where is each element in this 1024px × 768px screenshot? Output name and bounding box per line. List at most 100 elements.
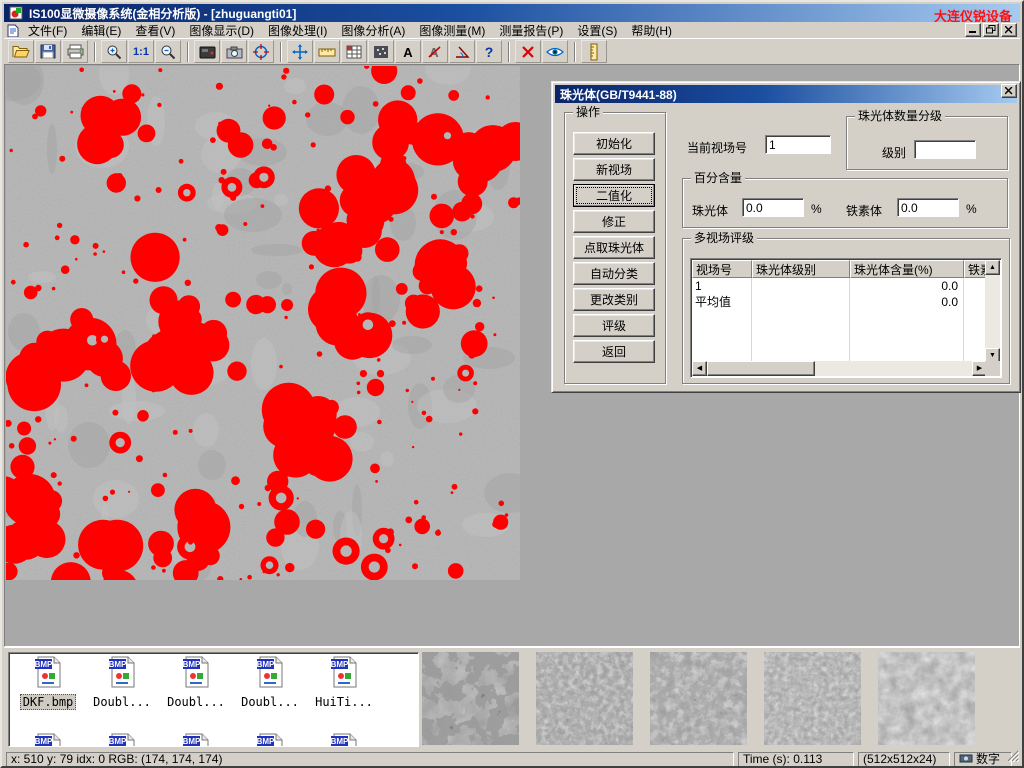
op-button[interactable]: 更改类别 <box>573 288 655 311</box>
op-button[interactable]: 评级 <box>573 314 655 337</box>
table-row[interactable]: 平均值0.0 <box>692 294 987 310</box>
menu-item[interactable]: 设置(S) <box>570 21 624 40</box>
bmp-file-icon[interactable]: BMP <box>330 733 358 747</box>
menu-item[interactable]: 编辑(E) <box>74 21 128 40</box>
table-horizontal-scrollbar[interactable]: ◀ ▶ <box>692 361 987 376</box>
image-thumbnail[interactable] <box>536 652 633 745</box>
image-thumbnail[interactable] <box>878 652 975 745</box>
text-a-button[interactable]: A <box>395 40 421 63</box>
print-button[interactable] <box>62 40 88 63</box>
delete-red-button[interactable] <box>515 40 541 63</box>
op-button[interactable]: 返回 <box>573 340 655 363</box>
column-header[interactable]: 铁素体含量(%) <box>964 260 987 278</box>
zoom-out-button[interactable] <box>155 40 181 63</box>
column-header[interactable]: 珠光体级别 <box>752 260 850 278</box>
capture-button[interactable] <box>194 40 220 63</box>
svg-text:BMP: BMP <box>183 660 201 669</box>
op-button[interactable]: 新视场 <box>573 158 655 181</box>
text-a-off-button[interactable]: A <box>422 40 448 63</box>
file-item[interactable]: BMPDKF.bmp <box>11 656 85 711</box>
dialog-close-button[interactable] <box>1001 84 1017 98</box>
measure-cross-icon <box>292 44 308 60</box>
column-header[interactable]: 视场号 <box>692 260 752 278</box>
file-list[interactable]: BMPDKF.bmpBMPDoubl...BMPDoubl...BMPDoubl… <box>8 652 419 747</box>
menu-item[interactable]: 测量报告(P) <box>492 21 570 40</box>
menu-item[interactable]: 文件(F) <box>21 21 74 40</box>
menu-item[interactable]: 图像测量(M) <box>412 21 492 40</box>
menu-item[interactable]: 图像分析(A) <box>334 21 412 40</box>
mdi-restore-button[interactable] <box>983 23 999 37</box>
menu-item[interactable]: 图像处理(I) <box>261 21 334 40</box>
bmp-file-icon: BMP <box>256 675 284 692</box>
menu-item[interactable]: 图像显示(D) <box>182 21 261 40</box>
zoom-in-button[interactable] <box>101 40 127 63</box>
level-input[interactable] <box>914 140 976 159</box>
grading-table-body: 10.0平均值0.0 <box>692 278 987 363</box>
status-mode-text: 数字 <box>976 753 1000 766</box>
bmp-file-icon[interactable]: BMP <box>34 733 62 747</box>
document-icon <box>6 24 19 37</box>
column-divider <box>849 278 850 363</box>
column-divider <box>751 278 752 363</box>
image-thumbnail[interactable] <box>764 652 861 745</box>
pearlite-percent-input[interactable] <box>742 198 804 217</box>
measure-angle-button[interactable] <box>449 40 475 63</box>
target-button[interactable] <box>248 40 274 63</box>
title-bar[interactable]: IS100显微摄像系统(金相分析版) - [zhuguangti01] 大连仪锐… <box>4 4 1020 22</box>
bmp-file-icon[interactable]: BMP <box>256 733 284 747</box>
table-cell: 平均值 <box>692 294 752 310</box>
op-button[interactable]: 初始化 <box>573 132 655 155</box>
bmp-file-icon: BMP <box>182 675 210 692</box>
bmp-file-icon[interactable]: BMP <box>182 733 210 747</box>
file-item[interactable]: BMPDoubl... <box>85 656 159 711</box>
file-item[interactable]: BMPDoubl... <box>233 656 307 711</box>
save-button[interactable] <box>35 40 61 63</box>
menu-item[interactable]: 查看(V) <box>128 21 182 40</box>
table-cell: 1 <box>692 278 752 294</box>
measure-cross-button[interactable] <box>287 40 313 63</box>
window-title: IS100显微摄像系统(金相分析版) - [zhuguangti01] <box>29 5 296 22</box>
file-item[interactable]: BMPHuiTi... <box>307 656 381 711</box>
micrograph-image[interactable] <box>6 66 520 580</box>
op-button[interactable]: 自动分类 <box>573 262 655 285</box>
bmp-file-icon[interactable]: BMP <box>108 733 136 747</box>
current-field-input[interactable] <box>765 135 831 154</box>
dialog-title-bar[interactable]: 珠光体(GB/T9441-88) <box>555 85 1017 103</box>
text-a-icon: A <box>401 45 415 59</box>
ferrite-label: 铁素体 <box>846 202 882 219</box>
scroll-left-button[interactable]: ◀ <box>692 361 707 376</box>
image-thumbnail[interactable] <box>422 652 519 745</box>
menu-item[interactable]: 帮助(H) <box>624 21 679 40</box>
measure-grid-button[interactable] <box>341 40 367 63</box>
close-icon <box>1005 82 1013 100</box>
camera-button[interactable] <box>221 40 247 63</box>
open-button[interactable] <box>8 40 34 63</box>
bmp-file-icon: BMP <box>330 675 358 692</box>
file-item[interactable]: BMPDoubl... <box>159 656 233 711</box>
status-time-panel: Time (s): 0.113 <box>738 752 854 767</box>
measure-ruler-button[interactable] <box>314 40 340 63</box>
help-button[interactable]: ? <box>476 40 502 63</box>
svg-text:A: A <box>403 45 413 59</box>
actual-size-button[interactable]: 1:1 <box>128 40 154 63</box>
op-button[interactable]: 修正 <box>573 210 655 233</box>
grading-table: 视场号珠光体级别珠光体含量(%)铁素体含量(%) 10.0平均值0.0 ▲ ▼ … <box>690 258 1002 378</box>
op-button[interactable]: 点取珠光体 <box>573 236 655 259</box>
svg-text:BMP: BMP <box>331 660 349 669</box>
table-row[interactable]: 10.0 <box>692 278 987 294</box>
column-header[interactable]: 珠光体含量(%) <box>850 260 964 278</box>
ferrite-percent-input[interactable] <box>897 198 959 217</box>
table-cell <box>752 278 850 294</box>
mdi-minimize-button[interactable] <box>965 23 981 37</box>
mdi-close-button[interactable] <box>1001 23 1017 37</box>
eye-button[interactable] <box>542 40 568 63</box>
measure-pattern-button[interactable] <box>368 40 394 63</box>
camera-mode-icon <box>959 753 973 766</box>
image-thumbnail[interactable] <box>650 652 747 745</box>
ruler-v-button[interactable] <box>581 40 607 63</box>
resize-grip[interactable] <box>1007 750 1020 768</box>
op-button[interactable]: 二值化 <box>573 184 655 207</box>
table-vertical-scrollbar[interactable]: ▲ ▼ <box>985 260 1000 363</box>
scrollbar-thumb[interactable] <box>707 361 815 376</box>
scroll-up-button[interactable]: ▲ <box>985 260 1000 275</box>
